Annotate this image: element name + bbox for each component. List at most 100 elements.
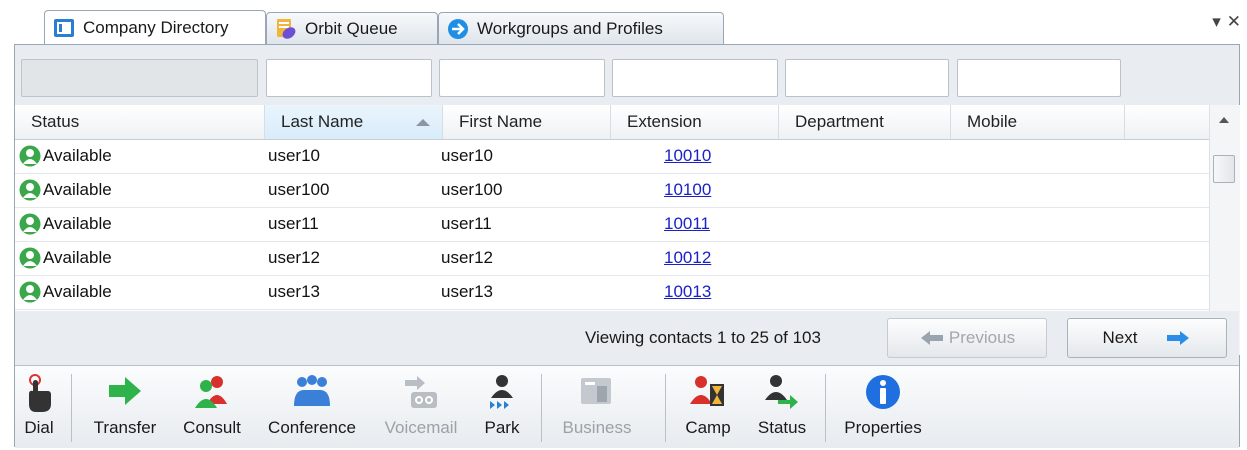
status-text: Available: [43, 180, 112, 199]
transfer-arrow-icon: [109, 377, 141, 405]
call-toolbar: Dial Transfer Consult Conference Voicema…: [15, 365, 1239, 448]
table-row[interactable]: Available user100 user100 10100: [15, 173, 1209, 208]
table-row[interactable]: Available user11 user11 10011: [15, 207, 1209, 242]
first-name-cell: user100: [441, 180, 503, 199]
column-label: Last Name: [281, 112, 364, 131]
first-name-cell: user13: [441, 282, 493, 301]
voicemail-button[interactable]: Voicemail: [371, 366, 471, 448]
filter-department[interactable]: [785, 59, 949, 97]
tab-controls: ▾ ✕: [1206, 12, 1241, 32]
available-status-icon: [19, 179, 41, 201]
last-name-cell: user13: [268, 282, 320, 301]
consult-people-icon: [195, 376, 227, 408]
conference-button[interactable]: Conference: [253, 366, 371, 448]
status-text: Available: [43, 282, 112, 301]
park-icon: [490, 375, 513, 409]
extension-link[interactable]: 10011: [664, 207, 710, 241]
status-label: Status: [757, 418, 807, 437]
tab-label: Orbit Queue: [305, 18, 398, 38]
available-status-icon: [19, 247, 41, 269]
filter-row: [15, 45, 1239, 101]
table-row[interactable]: Available user10 user10 10010: [15, 139, 1209, 174]
tab-label: Company Directory: [83, 17, 229, 37]
filter-first-name[interactable]: [439, 59, 605, 97]
last-name-cell: user10: [268, 146, 320, 165]
available-status-icon: [19, 145, 41, 167]
pager: Viewing contacts 1 to 25 of 103 Previous…: [15, 311, 1239, 365]
conference-group-icon: [294, 375, 330, 406]
arrow-left-icon: [920, 331, 943, 345]
status-text: Available: [43, 146, 112, 165]
available-status-icon: [19, 281, 41, 303]
toolbar-separator: [541, 374, 542, 442]
extension-link[interactable]: 10013: [664, 275, 711, 309]
status-button[interactable]: Status: [745, 366, 819, 448]
business-card-icon: [581, 378, 611, 404]
conference-label: Conference: [268, 418, 356, 437]
grid-header: Status Last Name First Name Extension De…: [15, 105, 1209, 140]
info-icon: [866, 375, 900, 409]
column-extension[interactable]: Extension: [611, 105, 779, 139]
column-last-name[interactable]: Last Name: [265, 105, 443, 139]
consult-label: Consult: [183, 418, 241, 437]
orbit-queue-icon: [277, 18, 296, 39]
status-text: Available: [43, 248, 112, 267]
sort-ascending-icon: [416, 119, 430, 126]
table-row[interactable]: Available user12 user12 10012: [15, 241, 1209, 276]
table-row[interactable]: Available user13 user13 10013: [15, 275, 1209, 310]
column-first-name[interactable]: First Name: [443, 105, 611, 139]
park-button[interactable]: Park: [471, 366, 533, 448]
camp-button[interactable]: Camp: [671, 366, 745, 448]
dial-button[interactable]: Dial: [15, 366, 63, 448]
next-label: Next: [1102, 328, 1138, 347]
business-label: Business: [562, 418, 632, 437]
directory-icon: [54, 18, 74, 37]
tab-dropdown-icon[interactable]: ▾: [1212, 12, 1221, 31]
filter-extension[interactable]: [612, 59, 778, 97]
first-name-cell: user12: [441, 248, 493, 267]
first-name-cell: user10: [441, 146, 493, 165]
tab-strip: Company Directory Orbit Queue Workgroups…: [0, 0, 1247, 46]
voicemail-icon: [405, 376, 437, 408]
column-department[interactable]: Department: [779, 105, 951, 139]
hand-pointer-icon: [29, 374, 51, 412]
filter-last-name[interactable]: [266, 59, 432, 97]
last-name-cell: user11: [268, 214, 319, 233]
scroll-up-icon[interactable]: [1219, 117, 1229, 123]
arrow-right-icon: [1167, 331, 1190, 345]
column-status[interactable]: Status: [15, 105, 265, 139]
tab-company-directory[interactable]: Company Directory: [44, 10, 266, 44]
properties-label: Properties: [844, 418, 922, 437]
last-name-cell: user100: [268, 180, 330, 199]
status-text: Available: [43, 214, 112, 233]
extension-link[interactable]: 10100: [664, 173, 711, 207]
toolbar-separator: [71, 374, 72, 442]
toolbar-separator: [825, 374, 826, 442]
scroll-thumb[interactable]: [1213, 155, 1235, 183]
tab-workgroups-profiles[interactable]: Workgroups and Profiles: [438, 12, 724, 44]
available-status-icon: [19, 213, 41, 235]
extension-link[interactable]: 10012: [664, 241, 711, 275]
filter-status: [21, 59, 258, 97]
transfer-button[interactable]: Transfer: [79, 366, 171, 448]
first-name-cell: user11: [441, 214, 492, 233]
tab-label: Workgroups and Profiles: [477, 18, 663, 38]
tab-orbit-queue[interactable]: Orbit Queue: [266, 12, 438, 44]
business-button[interactable]: Business: [547, 366, 647, 448]
status-person-icon: [765, 375, 798, 409]
extension-link[interactable]: 10010: [664, 139, 711, 173]
last-name-cell: user12: [268, 248, 320, 267]
voicemail-label: Voicemail: [384, 418, 458, 437]
close-icon[interactable]: ✕: [1227, 12, 1241, 31]
camp-hourglass-icon: [690, 376, 724, 406]
consult-button[interactable]: Consult: [171, 366, 253, 448]
toolbar-separator: [665, 374, 666, 442]
directory-panel: Status Last Name First Name Extension De…: [14, 44, 1240, 448]
column-mobile[interactable]: Mobile: [951, 105, 1125, 139]
previous-button[interactable]: Previous: [887, 318, 1047, 358]
next-button[interactable]: Next: [1067, 318, 1227, 358]
transfer-label: Transfer: [93, 418, 157, 437]
viewing-count: Viewing contacts 1 to 25 of 103: [585, 328, 821, 347]
filter-mobile[interactable]: [957, 59, 1121, 97]
properties-button[interactable]: Properties: [831, 366, 935, 448]
